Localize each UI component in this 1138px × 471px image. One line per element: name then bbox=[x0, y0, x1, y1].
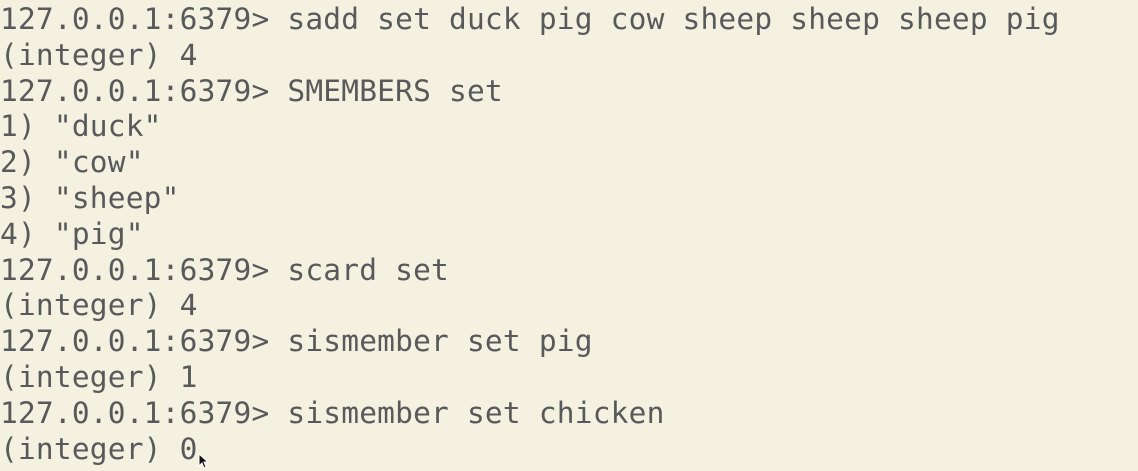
output-line: (integer) 4 bbox=[0, 37, 198, 72]
output-line: 3) "sheep" bbox=[0, 180, 180, 215]
mouse-pointer-icon bbox=[198, 453, 208, 469]
command-line: 127.0.0.1:6379> SMEMBERS set bbox=[0, 73, 503, 108]
output-line: 1) "duck" bbox=[0, 109, 162, 144]
output-line: 4) "pig" bbox=[0, 216, 144, 251]
command-line: 127.0.0.1:6379> sadd set duck pig cow sh… bbox=[0, 2, 1060, 36]
terminal-window[interactable]: 127.0.0.1:6379> sadd set duck pig cow sh… bbox=[0, 0, 1138, 471]
command-line: 127.0.0.1:6379> sismember set pig bbox=[0, 324, 593, 359]
output-line: (integer) 4 bbox=[0, 288, 198, 323]
command-line: 127.0.0.1:6379> sismember set chicken bbox=[0, 395, 665, 430]
output-line: 2) "cow" bbox=[0, 145, 144, 180]
output-line: (integer) 0 bbox=[0, 431, 198, 466]
command-line: 127.0.0.1:6379> scard set bbox=[0, 252, 450, 287]
output-line: (integer) 1 bbox=[0, 359, 198, 394]
